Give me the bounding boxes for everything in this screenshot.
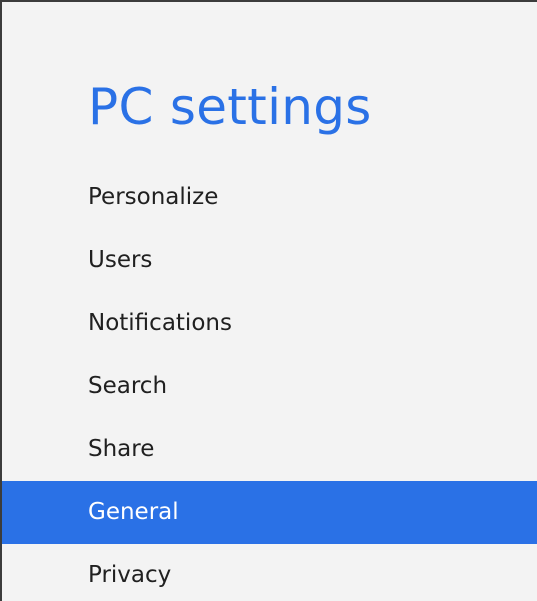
nav-item-notifications[interactable]: Notifications (2, 292, 537, 355)
settings-nav: Personalize Users Notifications Search S… (2, 166, 537, 601)
nav-item-users[interactable]: Users (2, 229, 537, 292)
nav-item-general[interactable]: General (2, 481, 537, 544)
nav-item-search[interactable]: Search (2, 355, 537, 418)
settings-pane: PC settings Personalize Users Notificati… (0, 0, 537, 601)
nav-item-share[interactable]: Share (2, 418, 537, 481)
nav-item-personalize[interactable]: Personalize (2, 166, 537, 229)
page-title: PC settings (88, 78, 372, 136)
nav-item-privacy[interactable]: Privacy (2, 544, 537, 601)
